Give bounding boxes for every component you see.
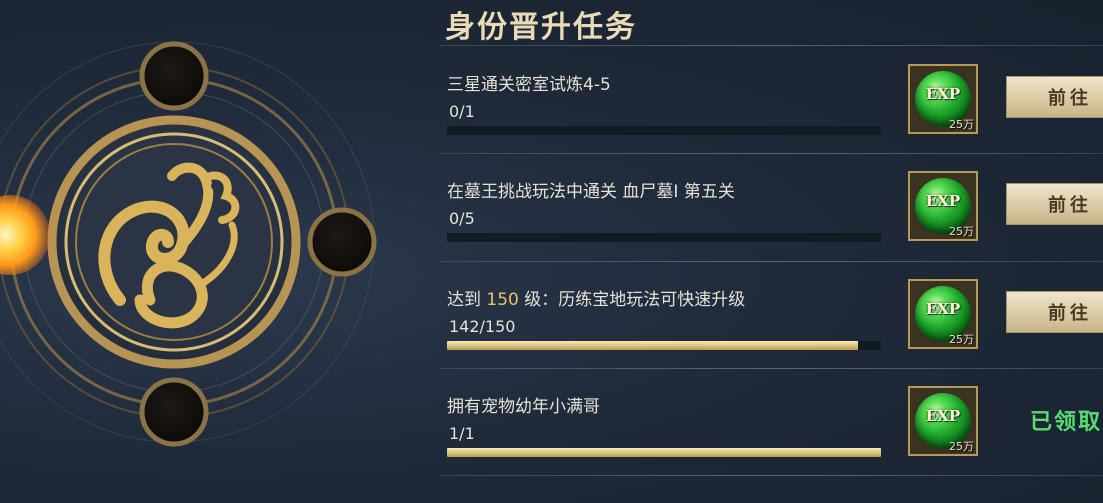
dragon-emblem-icon (0, 41, 377, 447)
task-title: 拥有宠物幼年小满哥 (447, 397, 600, 417)
identity-emblem-area (0, 0, 440, 503)
claimed-status: 已领取 (1030, 410, 1103, 435)
task-row: 拥有宠物幼年小满哥 1/1 EXP 25万 已领取 (440, 368, 1103, 475)
task-progress-bar (447, 126, 881, 135)
go-button[interactable]: 前往 (1006, 76, 1103, 118)
go-button[interactable]: 前往 (1006, 291, 1103, 333)
exp-reward[interactable]: EXP 25万 (908, 386, 978, 456)
exp-label: EXP (925, 192, 961, 210)
task-row: 三星通关密室试炼4-5 0/1 EXP 25万 前往 (440, 46, 1103, 153)
task-progress-text: 0/1 (449, 102, 475, 121)
task-title-prefix: 达到 (447, 290, 487, 310)
reward-quantity: 25万 (949, 118, 974, 131)
reward-quantity: 25万 (949, 225, 974, 238)
exp-label: EXP (925, 85, 961, 103)
exp-label: EXP (925, 300, 961, 318)
task-row: 达到 150 级：历练宝地玩法可快速升级 142/150 EXP 25万 前往 (440, 261, 1103, 368)
task-row: 在墓王挑战玩法中通关 血尸墓I 第五关 0/5 EXP 25万 前往 (440, 153, 1103, 260)
task-title-suffix: 级：历练宝地玩法可快速升级 (518, 290, 746, 310)
reward-quantity: 25万 (949, 333, 974, 346)
task-progress-text: 1/1 (449, 424, 475, 443)
exp-label: EXP (925, 407, 961, 425)
task-title: 达到 150 级：历练宝地玩法可快速升级 (447, 285, 745, 310)
task-title-level: 150 (486, 290, 519, 310)
exp-reward[interactable]: EXP 25万 (908, 279, 978, 349)
panel-title: 身份晋升任务 (445, 10, 637, 45)
divider (440, 475, 1103, 476)
task-progress-text: 142/150 (449, 317, 516, 336)
task-title: 三星通关密室试炼4-5 (447, 75, 611, 95)
task-title: 在墓王挑战玩法中通关 血尸墓I 第五关 (447, 182, 735, 202)
reward-quantity: 25万 (949, 440, 974, 453)
task-progress-bar (447, 233, 881, 242)
go-button[interactable]: 前往 (1006, 183, 1103, 225)
task-progress-bar (447, 448, 881, 457)
task-progress-bar (447, 341, 881, 350)
task-progress-text: 0/5 (449, 209, 475, 228)
exp-reward[interactable]: EXP 25万 (908, 64, 978, 134)
exp-reward[interactable]: EXP 25万 (908, 171, 978, 241)
